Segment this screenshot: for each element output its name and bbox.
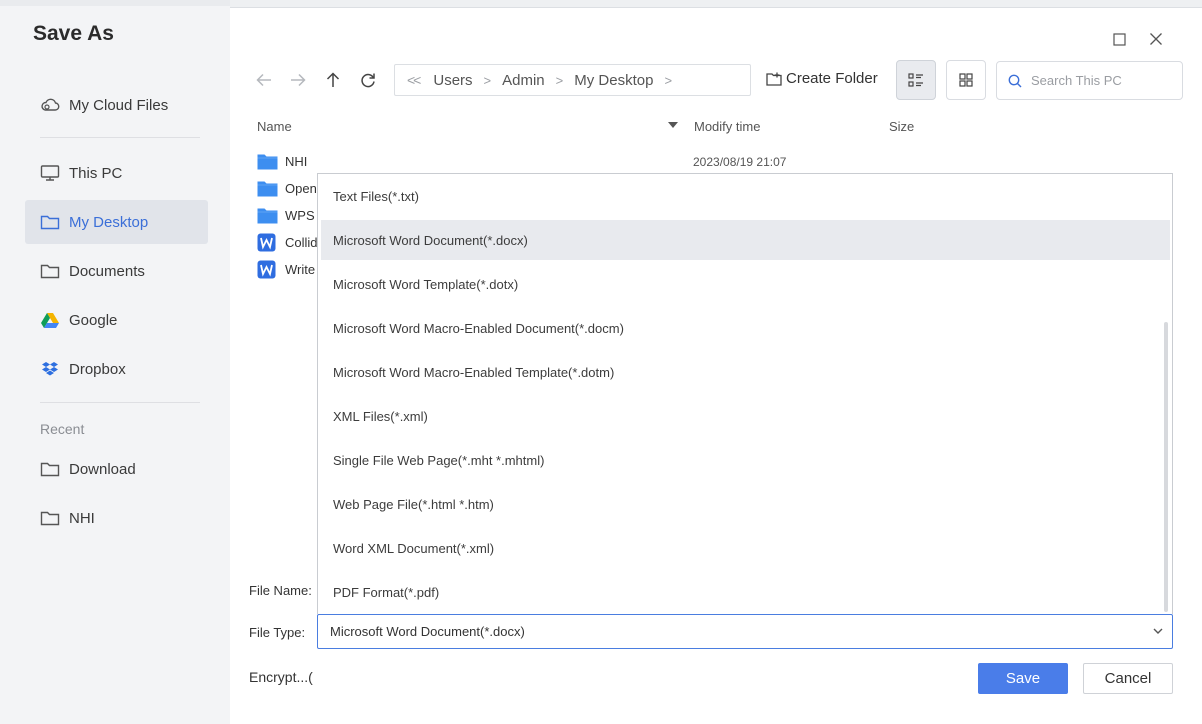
close-button[interactable] [1145,28,1167,50]
file-name: WPS [285,207,315,223]
column-header-name[interactable]: Name [257,119,292,134]
sidebar-item-download[interactable]: Download [25,447,208,491]
folder-icon [40,212,60,232]
refresh-button[interactable] [356,68,380,92]
sidebar-item-my-cloud-files[interactable]: My Cloud Files [25,83,208,127]
file-type-option[interactable]: Microsoft Word Document(*.docx) [321,220,1170,260]
folder-icon [257,206,279,224]
sort-desc-icon[interactable] [668,122,678,128]
file-type-select[interactable]: Microsoft Word Document(*.docx) [317,614,1173,649]
cloud-icon [40,95,60,115]
file-type-option[interactable]: PDF Format(*.pdf) [321,572,1170,612]
file-type-dropdown-list: Text Files(*.txt) Microsoft Word Documen… [317,173,1173,614]
sidebar-item-label: Dropbox [69,360,126,378]
file-type-option[interactable]: Web Page File(*.html *.htm) [321,484,1170,524]
sidebar-item-my-desktop[interactable]: My Desktop [25,200,208,244]
list-view-icon [908,73,923,87]
dropbox-icon [40,359,60,379]
chevron-right-icon[interactable]: > [664,73,672,88]
sidebar-item-label: Download [69,460,136,478]
folder-icon [257,152,279,170]
column-header-size[interactable]: Size [889,119,914,134]
wps-writer-icon [257,233,279,251]
chevron-down-icon [1152,625,1164,640]
chevron-right-icon: > [483,72,492,88]
new-folder-icon [766,72,782,86]
sidebar-item-google[interactable]: Google [25,298,208,342]
maximize-button[interactable] [1108,28,1130,50]
google-drive-icon [40,310,60,330]
file-type-option[interactable]: XML Files(*.xml) [321,396,1170,436]
monitor-icon [40,163,60,183]
column-header-modify-time[interactable]: Modify time [694,119,760,134]
file-name: Collid [285,234,318,250]
refresh-icon [361,73,375,88]
sidebar-item-label: Google [69,311,118,329]
arrow-up-icon [326,72,340,87]
file-modified-time: 2023/08/19 21:07 [693,155,787,169]
encrypt-link[interactable]: Encrypt...( [249,669,313,685]
create-folder-button[interactable]: Create Folder [766,70,878,87]
search-icon [1008,74,1022,87]
sidebar-item-label: NHI [69,509,95,527]
file-type-option[interactable]: Single File Web Page(*.mht *.mhtml) [321,440,1170,480]
sidebar-item-documents[interactable]: Documents [25,249,208,293]
folder-icon [40,459,60,479]
sidebar-item-label: Documents [69,262,145,280]
sidebar-divider [40,402,200,403]
dialog-title: Save As [33,22,114,45]
breadcrumb-item[interactable]: My Desktop [574,72,653,89]
file-name-label: File Name: [249,583,312,598]
create-folder-label: Create Folder [786,70,878,87]
cancel-button[interactable]: Cancel [1083,663,1173,694]
save-button[interactable]: Save [978,663,1068,694]
sidebar-item-label: My Cloud Files [69,96,169,114]
wps-writer-icon [257,260,279,278]
breadcrumb: << Users > Admin > My Desktop > [394,64,751,96]
sidebar-item-dropbox[interactable]: Dropbox [25,347,208,391]
folder-icon [40,508,60,528]
folder-icon [257,179,279,197]
up-button[interactable] [321,68,345,92]
maximize-icon [1112,32,1126,46]
sidebar-item-this-pc[interactable]: This PC [25,151,208,195]
file-name: Open [285,180,317,196]
file-type-selected-value: Microsoft Word Document(*.docx) [330,624,525,639]
file-type-option[interactable]: Text Files(*.txt) [321,176,1170,216]
file-type-option[interactable]: Microsoft Word Macro-Enabled Document(*.… [321,308,1170,348]
sidebar-item-label: This PC [69,164,123,182]
search-box[interactable] [996,61,1183,100]
grid-view-button[interactable] [946,60,986,100]
forward-button[interactable] [286,68,310,92]
sidebar-divider [40,137,200,138]
file-type-option[interactable]: Word XML Document(*.xml) [321,528,1170,568]
arrow-right-icon [291,73,306,87]
back-button[interactable] [252,68,276,92]
sidebar-item-label: My Desktop [69,213,149,231]
breadcrumb-overflow-icon[interactable]: << [407,72,421,88]
file-type-option[interactable]: Microsoft Word Template(*.dotx) [321,264,1170,304]
chevron-right-icon: > [555,72,564,88]
close-icon [1150,33,1162,45]
file-type-label: File Type: [249,625,306,640]
file-type-option[interactable]: Microsoft Word Macro-Enabled Template(*.… [321,352,1170,392]
folder-icon [40,261,60,281]
sidebar-item-nhi[interactable]: NHI [25,496,208,540]
search-input[interactable] [1031,73,1171,88]
breadcrumb-item[interactable]: Admin [502,72,545,89]
file-name: Write [285,261,316,277]
recent-section-label: Recent [40,421,85,437]
dropdown-scrollbar[interactable] [1164,322,1168,612]
arrow-left-icon [256,73,271,87]
file-name: NHI [285,153,308,169]
list-view-button[interactable] [896,60,936,100]
sidebar: Save As My Cloud Files This PC My Deskto… [0,6,230,724]
breadcrumb-item[interactable]: Users [433,72,472,89]
grid-view-icon [959,73,973,87]
background-window-edge [230,0,1202,8]
